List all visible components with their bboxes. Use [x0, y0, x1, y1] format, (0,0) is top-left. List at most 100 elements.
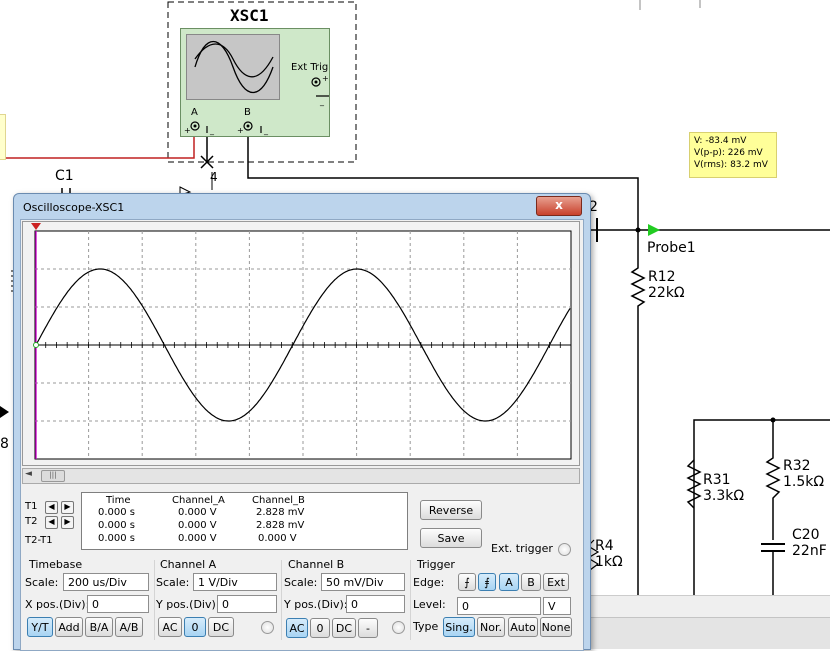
channel-b-ac-button[interactable]: AC — [286, 618, 308, 638]
channel-b-zero-button[interactable]: 0 — [310, 618, 330, 638]
reverse-button[interactable]: Reverse — [420, 500, 482, 520]
trigger-single-button[interactable]: Sing. — [443, 617, 475, 637]
t2-right-arrow-icon[interactable]: ▶ — [61, 516, 74, 529]
t2-a: 0.000 V — [178, 520, 217, 531]
save-button[interactable]: Save — [420, 528, 482, 548]
node-8-label: 8 — [0, 436, 9, 452]
probe-v: V: -83.4 mV — [694, 136, 747, 146]
trigger-normal-button[interactable]: Nor. — [477, 617, 505, 637]
cursor-readout-table: Time Channel_A Channel_B 0.000 s 0.000 V… — [81, 492, 408, 550]
r4-name: R4 — [595, 538, 614, 554]
channel-b-scale-label: Scale: — [284, 576, 318, 589]
cursor-t1-handle — [31, 223, 41, 230]
channel-a-ypos-label: Y pos.(Div): — [156, 598, 220, 611]
workspace-scrollbar[interactable] — [589, 595, 830, 618]
separator — [410, 560, 411, 640]
channel-b-ypos-label: Y pos.(Div): — [284, 598, 348, 611]
scope-plot — [31, 223, 572, 460]
c20-name: C20 — [792, 527, 820, 543]
t1-a: 0.000 V — [178, 507, 217, 518]
trigger-none-button[interactable]: None — [540, 617, 572, 637]
probe-vrms: V(rms): 83.2 mV — [694, 160, 768, 170]
left-tooltip-fragment — [0, 114, 6, 160]
t2-t1-b: 0.000 V — [258, 533, 297, 544]
trigger-source-ext-button[interactable]: Ext — [543, 573, 569, 591]
r31-value: 3.3kΩ — [703, 488, 745, 504]
scroll-left-icon[interactable]: ◄ — [25, 469, 32, 479]
trigger-type-label: Type — [413, 620, 439, 633]
trigger-level-label: Level: — [413, 598, 446, 611]
channel-b-title: Channel B — [288, 558, 345, 571]
trigger-source-a-button[interactable]: A — [499, 573, 519, 591]
svg-text:+: + — [322, 74, 329, 83]
separator — [154, 560, 155, 640]
svg-text:_: _ — [209, 126, 215, 135]
timebase-xpos-field[interactable]: 0 — [87, 595, 149, 613]
mode-ab-button[interactable]: A/B — [115, 617, 143, 637]
t2-time: 0.000 s — [98, 520, 136, 531]
ext-trigger-label: Ext. trigger — [491, 542, 553, 555]
channel-a-dc-button[interactable]: DC — [208, 617, 234, 637]
trigger-level-field[interactable]: 0 — [457, 597, 541, 615]
r32-value: 1.5kΩ — [783, 474, 825, 490]
r32-name: R32 — [783, 458, 811, 474]
channel-a-scale-field[interactable]: 1 V/Div — [193, 573, 277, 591]
scroll-thumb[interactable]: ||| — [41, 470, 65, 482]
channel-a-scale-label: Scale: — [156, 576, 190, 589]
oscilloscope-panel: ◄ ||| T1 T2 T2-T1 ◀ ▶ ◀ ▶ Time Channel_A… — [20, 219, 584, 651]
window-title: Oscilloscope-XSC1 — [23, 201, 125, 214]
channel-a-zero-button[interactable]: 0 — [184, 617, 206, 637]
timebase-scale-field[interactable]: 200 us/Div — [63, 573, 149, 591]
channel-b-terminal[interactable] — [392, 621, 405, 634]
channel-a-ypos-field[interactable]: 0 — [217, 595, 277, 613]
oscilloscope-instrument-icon[interactable]: Ext Trig A B + _ + _ + _ — [180, 28, 330, 137]
t1-label: T1 — [25, 501, 38, 512]
mode-ba-button[interactable]: B/A — [85, 617, 113, 637]
oscilloscope-window[interactable]: Oscilloscope-XSC1 x ◄ ||| T1 T2 T2-T1 ◀ … — [13, 193, 591, 651]
t2-left-arrow-icon[interactable]: ◀ — [45, 516, 58, 529]
channel-b-dc-button[interactable]: DC — [332, 618, 356, 638]
timebase-scale-label: Scale: — [25, 576, 59, 589]
scope-display[interactable] — [22, 221, 580, 466]
c20-value: 22nF — [792, 543, 827, 559]
mode-yt-button[interactable]: Y/T — [27, 617, 53, 637]
trigger-edge-label: Edge: — [413, 576, 445, 589]
col-channel-a: Channel_A — [172, 495, 225, 506]
trigger-title: Trigger — [417, 558, 455, 571]
trigger-auto-button[interactable]: Auto — [508, 617, 538, 637]
timebase-title: Timebase — [29, 558, 83, 571]
t2-t1-a: 0.000 V — [178, 533, 217, 544]
status-strip — [589, 617, 830, 649]
svg-text:+: + — [237, 126, 244, 135]
t2-t1-time: 0.000 s — [98, 533, 136, 544]
mode-add-button[interactable]: Add — [55, 617, 83, 637]
svg-text:+: + — [184, 126, 191, 135]
ext-trigger-terminal[interactable] — [558, 543, 571, 556]
t1-time: 0.000 s — [98, 507, 136, 518]
channel-b-minus-button[interactable]: - — [358, 618, 378, 638]
svg-text:_: _ — [263, 126, 269, 135]
scope-name-label: XSC1 — [230, 6, 269, 25]
display-scrollbar[interactable]: ◄ ||| — [22, 468, 580, 484]
node-4-label: 4 — [210, 170, 218, 184]
close-button[interactable]: x — [536, 196, 582, 216]
t1-right-arrow-icon[interactable]: ▶ — [61, 501, 74, 514]
r31-name: R31 — [703, 472, 731, 488]
t2-b: 2.828 mV — [256, 520, 305, 531]
r12-name: R12 — [648, 269, 676, 285]
probe-label[interactable]: Probe1 — [647, 240, 696, 256]
channel-a-terminal[interactable] — [261, 621, 274, 634]
trigger-level-unit[interactable]: V — [543, 597, 571, 615]
t2-label: T2 — [25, 516, 38, 527]
channel-a-title: Channel A — [160, 558, 217, 571]
channel-b-ypos-field[interactable]: 0 — [346, 595, 405, 613]
r12-value: 22kΩ — [648, 285, 685, 301]
trigger-source-b-button[interactable]: B — [521, 573, 541, 591]
svg-text:_: _ — [319, 97, 325, 106]
edge-falling-icon[interactable]: ⨎ — [478, 573, 496, 591]
channel-b-scale-field[interactable]: 50 mV/Div — [321, 573, 405, 591]
t1-left-arrow-icon[interactable]: ◀ — [45, 501, 58, 514]
edge-rising-icon[interactable]: ⨍ — [458, 573, 476, 591]
c1-label: C1 — [55, 168, 74, 184]
channel-a-ac-button[interactable]: AC — [158, 617, 182, 637]
